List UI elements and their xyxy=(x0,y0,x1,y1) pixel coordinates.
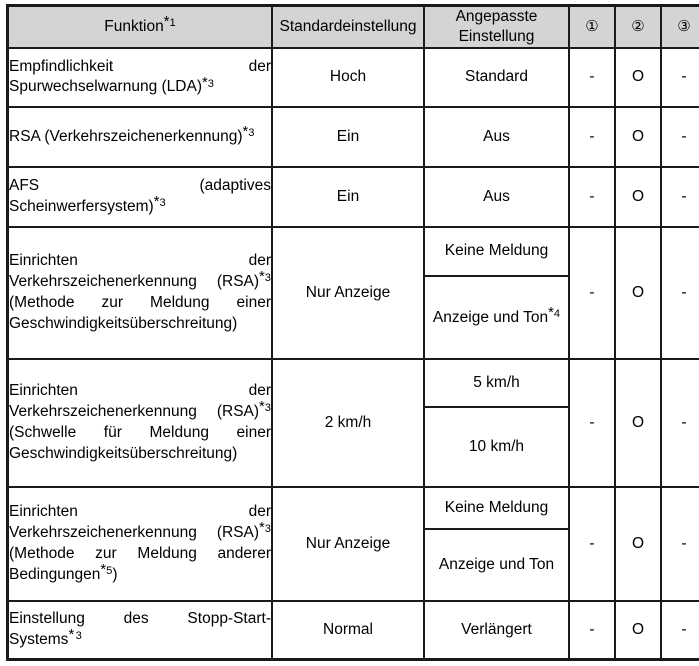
custom-setting-option: 5 km/h xyxy=(425,360,568,408)
custom-setting-option: Aus xyxy=(483,128,510,146)
cell-mark-2: O xyxy=(614,46,662,109)
custom-setting-option: Verlängert xyxy=(461,621,532,639)
function-label: Empfindlichkeit der Spurwechselwarnung (… xyxy=(9,57,271,96)
custom-setting-option: Anzeige und Ton*4 xyxy=(432,305,561,326)
cell-mark-3: - xyxy=(660,225,699,361)
cell-mark-3: - xyxy=(660,165,699,228)
footnote-marker: *3 xyxy=(259,520,271,537)
footnote-marker: *3 xyxy=(153,194,166,211)
table-row: Einrichten der Verkehrszeichenerkennung … xyxy=(6,485,699,603)
settings-table-container: Funktion*1 Standardeinstellung Angepasst… xyxy=(0,0,699,666)
cell-custom-setting: Aus xyxy=(423,165,570,228)
cell-default-setting: Nur Anzeige xyxy=(271,485,425,603)
cell-mark-1: - xyxy=(568,225,616,361)
cell-function: Einstellung des Stopp-Start-Systems* 3 xyxy=(6,600,273,661)
cell-mark-2: O xyxy=(614,225,662,361)
cell-mark-1: - xyxy=(568,46,616,109)
cell-custom-setting: Keine Meldung Anzeige und Ton*4 xyxy=(423,225,570,361)
function-label: AFS (adaptives Scheinwerfersystem) xyxy=(9,176,271,215)
custom-setting-option: Aus xyxy=(483,187,510,205)
function-label: RSA (Verkehrszeichenerkennung) xyxy=(9,127,243,145)
custom-setting-option: Standard xyxy=(465,68,528,86)
circled-three-icon: ③ xyxy=(677,17,691,35)
custom-setting-option: Keine Meldung xyxy=(425,488,568,531)
cell-mark-3: - xyxy=(660,106,699,168)
cell-mark-3: - xyxy=(660,358,699,488)
custom-setting-option: Anzeige und Ton xyxy=(438,556,555,574)
cell-custom-setting: Keine Meldung Anzeige und Ton xyxy=(423,485,570,603)
cell-function: Einrichten der Verkehrszeichenerkennung … xyxy=(6,358,273,488)
column-header-mark-2: ② xyxy=(614,4,662,49)
footnote-marker-1: *1 xyxy=(163,14,176,31)
table-row: RSA (Verkehrszeichenerkennung)*3 Ein Aus - O… xyxy=(6,106,699,168)
footnote-marker: *4 xyxy=(548,305,561,321)
cell-default-setting: Normal xyxy=(271,600,425,661)
cell-default-setting: Ein xyxy=(271,165,425,228)
function-label: Einrichten der Verkehrszeichenerkennung … xyxy=(9,503,271,542)
cell-mark-1: - xyxy=(568,106,616,168)
column-header-function: Funktion*1 xyxy=(6,4,273,49)
column-header-default-setting: Standardeinstellung xyxy=(271,4,425,49)
cell-custom-setting: Standard xyxy=(423,46,570,109)
cell-mark-1: - xyxy=(568,358,616,488)
column-header-mark-3: ③ xyxy=(660,4,699,49)
cell-function: Einrichten der Verkehrszeichenerkennung … xyxy=(6,485,273,603)
table-row: Einrichten der Verkehrszeichenerkennung … xyxy=(6,225,699,361)
cell-mark-3: - xyxy=(660,485,699,603)
cell-mark-2: O xyxy=(614,485,662,603)
footnote-marker: *3 xyxy=(259,399,271,416)
footnote-marker: *3 xyxy=(68,627,82,644)
footnote-marker: *3 xyxy=(259,269,271,286)
circled-one-icon: ① xyxy=(585,17,599,35)
cell-mark-2: O xyxy=(614,165,662,228)
cell-default-setting: Hoch xyxy=(271,46,425,109)
table-row: Empfindlichkeit der Spurwechselwarnung (… xyxy=(6,46,699,109)
cell-function: Empfindlichkeit der Spurwechselwarnung (… xyxy=(6,46,273,109)
function-label: Einstellung des Stopp-Start-Systems xyxy=(9,610,271,649)
function-suffix: (Schwelle für Meldung einer Geschwindigk… xyxy=(9,423,271,462)
table-header: Funktion*1 Standardeinstellung Angepasst… xyxy=(6,4,699,49)
function-suffix: (Methode zur Meldung einer Geschwindigke… xyxy=(9,293,271,332)
cell-default-setting: Ein xyxy=(271,106,425,168)
cell-default-setting: Nur Anzeige xyxy=(271,225,425,361)
cell-mark-1: - xyxy=(568,600,616,661)
footnote-marker: *5 xyxy=(100,561,113,578)
function-label: Einrichten der Verkehrszeichenerkennung … xyxy=(9,252,271,291)
function-label: Einrichten der Verkehrszeichenerkennung … xyxy=(9,382,271,421)
cell-mark-3: - xyxy=(660,600,699,661)
cell-default-setting: 2 km/h xyxy=(271,358,425,488)
cell-custom-setting: 5 km/h 10 km/h xyxy=(423,358,570,488)
table-row: Einstellung des Stopp-Start-Systems* 3 Nor… xyxy=(6,600,699,661)
table-body: Empfindlichkeit der Spurwechselwarnung (… xyxy=(6,46,699,661)
custom-setting-option: Keine Meldung xyxy=(425,228,568,278)
circled-two-icon: ② xyxy=(631,17,645,35)
footnote-marker: *3 xyxy=(242,124,255,141)
table-row: Einrichten der Verkehrszeichenerkennung … xyxy=(6,358,699,488)
cell-function: Einrichten der Verkehrszeichenerkennung … xyxy=(6,225,273,361)
cell-custom-setting: Aus xyxy=(423,106,570,168)
cell-mark-2: O xyxy=(614,600,662,661)
column-header-function-label: Funktion xyxy=(104,17,164,35)
cell-custom-setting: Verlängert xyxy=(423,600,570,661)
cell-mark-1: - xyxy=(568,485,616,603)
cell-mark-2: O xyxy=(614,358,662,488)
column-header-custom-setting: Angepasste Einstellung xyxy=(423,4,570,49)
table-row: AFS (adaptives Scheinwerfersystem)*3 Ein A… xyxy=(6,165,699,228)
cell-mark-1: - xyxy=(568,165,616,228)
header-row: Funktion*1 Standardeinstellung Angepasst… xyxy=(6,4,699,49)
cell-mark-2: O xyxy=(614,106,662,168)
cell-function: AFS (adaptives Scheinwerfersystem)*3 xyxy=(6,165,273,228)
vehicle-settings-table: Funktion*1 Standardeinstellung Angepasst… xyxy=(6,4,699,661)
column-header-mark-1: ① xyxy=(568,4,616,49)
function-suffix: (Methode zur Meldung anderer Bedingungen xyxy=(9,544,271,583)
footnote-marker: *3 xyxy=(201,74,214,91)
cell-function: RSA (Verkehrszeichenerkennung)*3 xyxy=(6,106,273,168)
cell-mark-3: - xyxy=(660,46,699,109)
custom-setting-option: 10 km/h xyxy=(468,437,525,455)
